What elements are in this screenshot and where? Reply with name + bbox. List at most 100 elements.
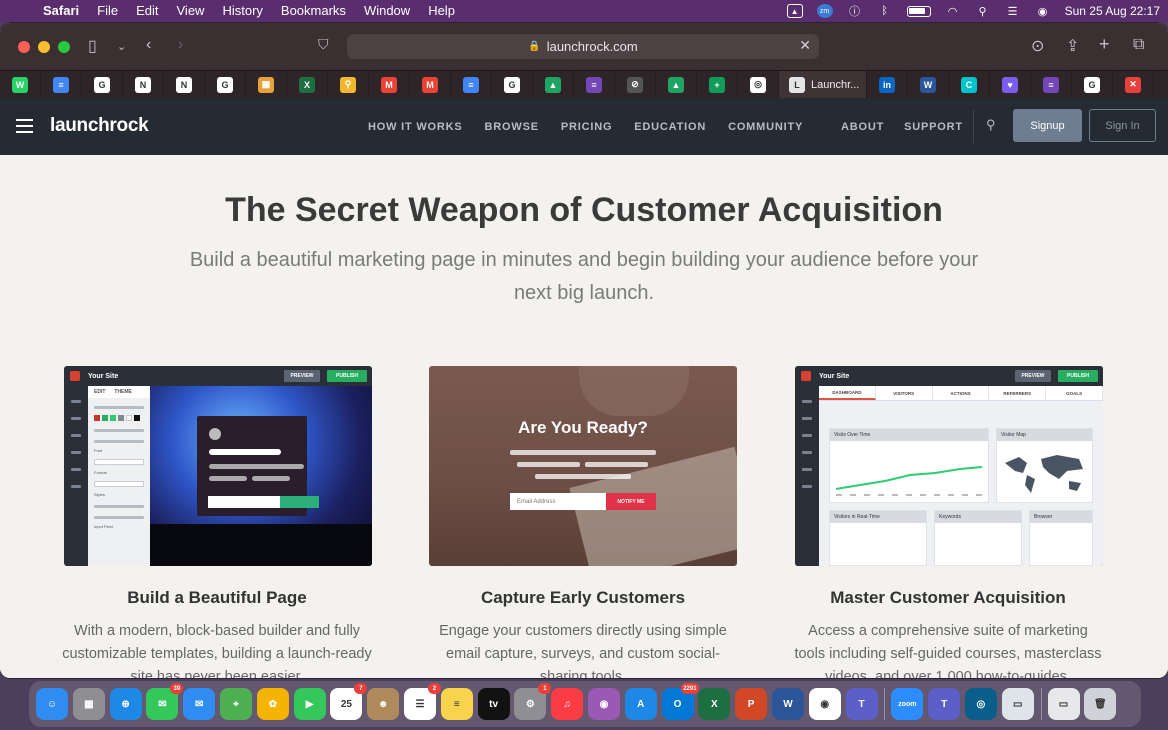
browser-tab[interactable]: ≡ [1031, 70, 1072, 99]
search-icon[interactable]: ⚲ [986, 117, 996, 133]
browser-tab[interactable]: ♥ [990, 70, 1031, 99]
browser-tab[interactable]: C [949, 70, 990, 99]
browser-tab[interactable]: ⚲ [328, 70, 369, 99]
zoom-status-icon[interactable]: zm [816, 4, 833, 18]
system-settings-icon[interactable]: ⚙ 1 [514, 683, 552, 720]
close-icon[interactable]: ✕ [799, 37, 811, 54]
chrome-icon[interactable]: ◉ [808, 688, 841, 720]
bluetooth-icon[interactable]: ᛒ [877, 4, 893, 18]
browser-tab[interactable]: W [908, 70, 949, 99]
menu-file[interactable]: File [88, 0, 127, 22]
browser-tab[interactable]: ▦ [246, 70, 287, 99]
browser-tab[interactable]: ✕ [1113, 70, 1154, 99]
maps-icon[interactable]: ⌖ [219, 688, 252, 720]
clock[interactable]: Sun 25 Aug 22:17 [1065, 4, 1160, 18]
window-icon[interactable]: ▭ [1047, 688, 1080, 720]
wifi-icon[interactable]: ◠ [945, 4, 961, 18]
browser-tab[interactable]: G [205, 70, 246, 99]
messages-icon[interactable]: ✉ 39 [146, 683, 184, 720]
browser-tab[interactable]: W [0, 70, 41, 99]
browser-tab[interactable]: X [287, 70, 328, 99]
trash-icon[interactable]: 🗑 [1084, 688, 1117, 720]
nav-browse[interactable]: BROWSE [485, 121, 539, 133]
excel-icon[interactable]: X [698, 688, 731, 720]
browser-tab[interactable]: ▲ [533, 70, 574, 99]
browser-tab[interactable]: G [82, 70, 123, 99]
safari-icon[interactable]: ⊕ [109, 688, 142, 720]
spotlight-search-icon[interactable]: ⚲ [975, 4, 991, 18]
browser-tab[interactable]: ⊘ [615, 70, 656, 99]
drive-icon[interactable]: ▲ [786, 4, 803, 18]
chevron-down-icon[interactable]: ⌄ [117, 40, 126, 53]
browser-tab[interactable]: ≡ [451, 70, 492, 99]
sidebar-toggle-icon[interactable]: ▯ [88, 36, 97, 56]
nav-how-it-works[interactable]: HOW IT WORKS [368, 121, 463, 133]
contacts-icon[interactable]: ☻ [367, 688, 400, 720]
address-bar[interactable]: 🔒 launchrock.com ✕ [347, 34, 819, 59]
photos-icon[interactable]: ✿ [256, 688, 289, 720]
forward-arrow-icon[interactable]: › [178, 36, 183, 54]
share-icon[interactable]: ⇪ [1066, 36, 1079, 56]
menu-help[interactable]: Help [419, 0, 464, 22]
hamburger-menu-icon[interactable] [16, 119, 33, 133]
zoom-window-button[interactable] [58, 40, 70, 53]
menu-bookmarks[interactable]: Bookmarks [272, 0, 355, 22]
info-icon[interactable]: ⓘ [847, 4, 863, 18]
siri-icon[interactable]: ◉ [1035, 4, 1051, 18]
zoom-icon[interactable]: zoom [891, 688, 924, 720]
privacy-shield-icon[interactable]: ⛉ [318, 36, 329, 53]
tab-overview-icon[interactable]: ⧉ [1133, 36, 1144, 54]
browser-tab[interactable]: in [867, 70, 908, 99]
browser-tab[interactable]: N [123, 70, 164, 99]
minimize-window-button[interactable] [38, 40, 50, 53]
music-icon[interactable]: ♫ [551, 688, 584, 720]
word-icon[interactable]: W [771, 688, 804, 720]
outlook-icon[interactable]: O 2291 [661, 683, 699, 720]
calendar-icon[interactable]: 25 7 [330, 683, 368, 720]
menu-app-name[interactable]: Safari [34, 0, 88, 22]
back-arrow-icon[interactable]: ‹ [146, 36, 151, 54]
launchpad-icon[interactable]: ▦ [72, 688, 105, 720]
nav-education[interactable]: EDUCATION [634, 121, 706, 133]
powerpoint-icon[interactable]: P [735, 688, 768, 720]
notes-icon[interactable]: ≡ [440, 688, 473, 720]
browser-tab[interactable]: M [369, 70, 410, 99]
browser-tab[interactable]: ◎ [738, 70, 779, 99]
browser-app-icon[interactable]: ◎ [964, 688, 997, 720]
facetime-icon[interactable]: ▶ [293, 688, 326, 720]
reminders-icon[interactable]: ☰ 2 [403, 683, 441, 720]
signin-button[interactable]: Sign In [1089, 109, 1156, 142]
menu-edit[interactable]: Edit [127, 0, 167, 22]
download-icon[interactable]: ⊙ [1031, 36, 1044, 56]
finder-icon[interactable]: ☺ [36, 688, 68, 720]
site-logo[interactable]: launchrock [50, 115, 149, 137]
browser-tab[interactable]: ▲ [656, 70, 697, 99]
app-store-icon[interactable]: A [624, 688, 657, 720]
signup-button[interactable]: Signup [1013, 109, 1082, 142]
nav-support[interactable]: SUPPORT [904, 121, 963, 133]
browser-tab[interactable]: ≡ [41, 70, 82, 99]
teams-icon[interactable]: T [928, 688, 961, 720]
teams-icon[interactable]: T [845, 688, 878, 720]
browser-tab[interactable]: G [1072, 70, 1113, 99]
battery-icon[interactable] [906, 5, 931, 17]
browser-tab[interactable]: + [697, 70, 738, 99]
nav-pricing[interactable]: PRICING [561, 121, 612, 133]
podcasts-icon[interactable]: ◉ [587, 688, 620, 720]
menu-view[interactable]: View [168, 0, 214, 22]
close-window-button[interactable] [18, 40, 30, 53]
browser-tab[interactable]: N [164, 70, 205, 99]
browser-tab[interactable]: ≡ [574, 70, 615, 99]
control-center-icon[interactable]: ☰ [1005, 4, 1021, 18]
browser-tab[interactable]: G [492, 70, 533, 99]
new-tab-icon[interactable]: + [1099, 34, 1110, 55]
browser-tab-active[interactable]: L Launchr... [779, 70, 867, 99]
appletv-icon[interactable]: tv [477, 688, 510, 720]
nav-about[interactable]: ABOUT [841, 121, 884, 133]
nav-community[interactable]: COMMUNITY [728, 121, 803, 133]
menu-window[interactable]: Window [355, 0, 419, 22]
browser-tab[interactable]: M [410, 70, 451, 99]
preview-icon[interactable]: ▭ [1001, 688, 1034, 720]
mail-icon[interactable]: ✉ [183, 688, 216, 720]
menu-history[interactable]: History [213, 0, 271, 22]
